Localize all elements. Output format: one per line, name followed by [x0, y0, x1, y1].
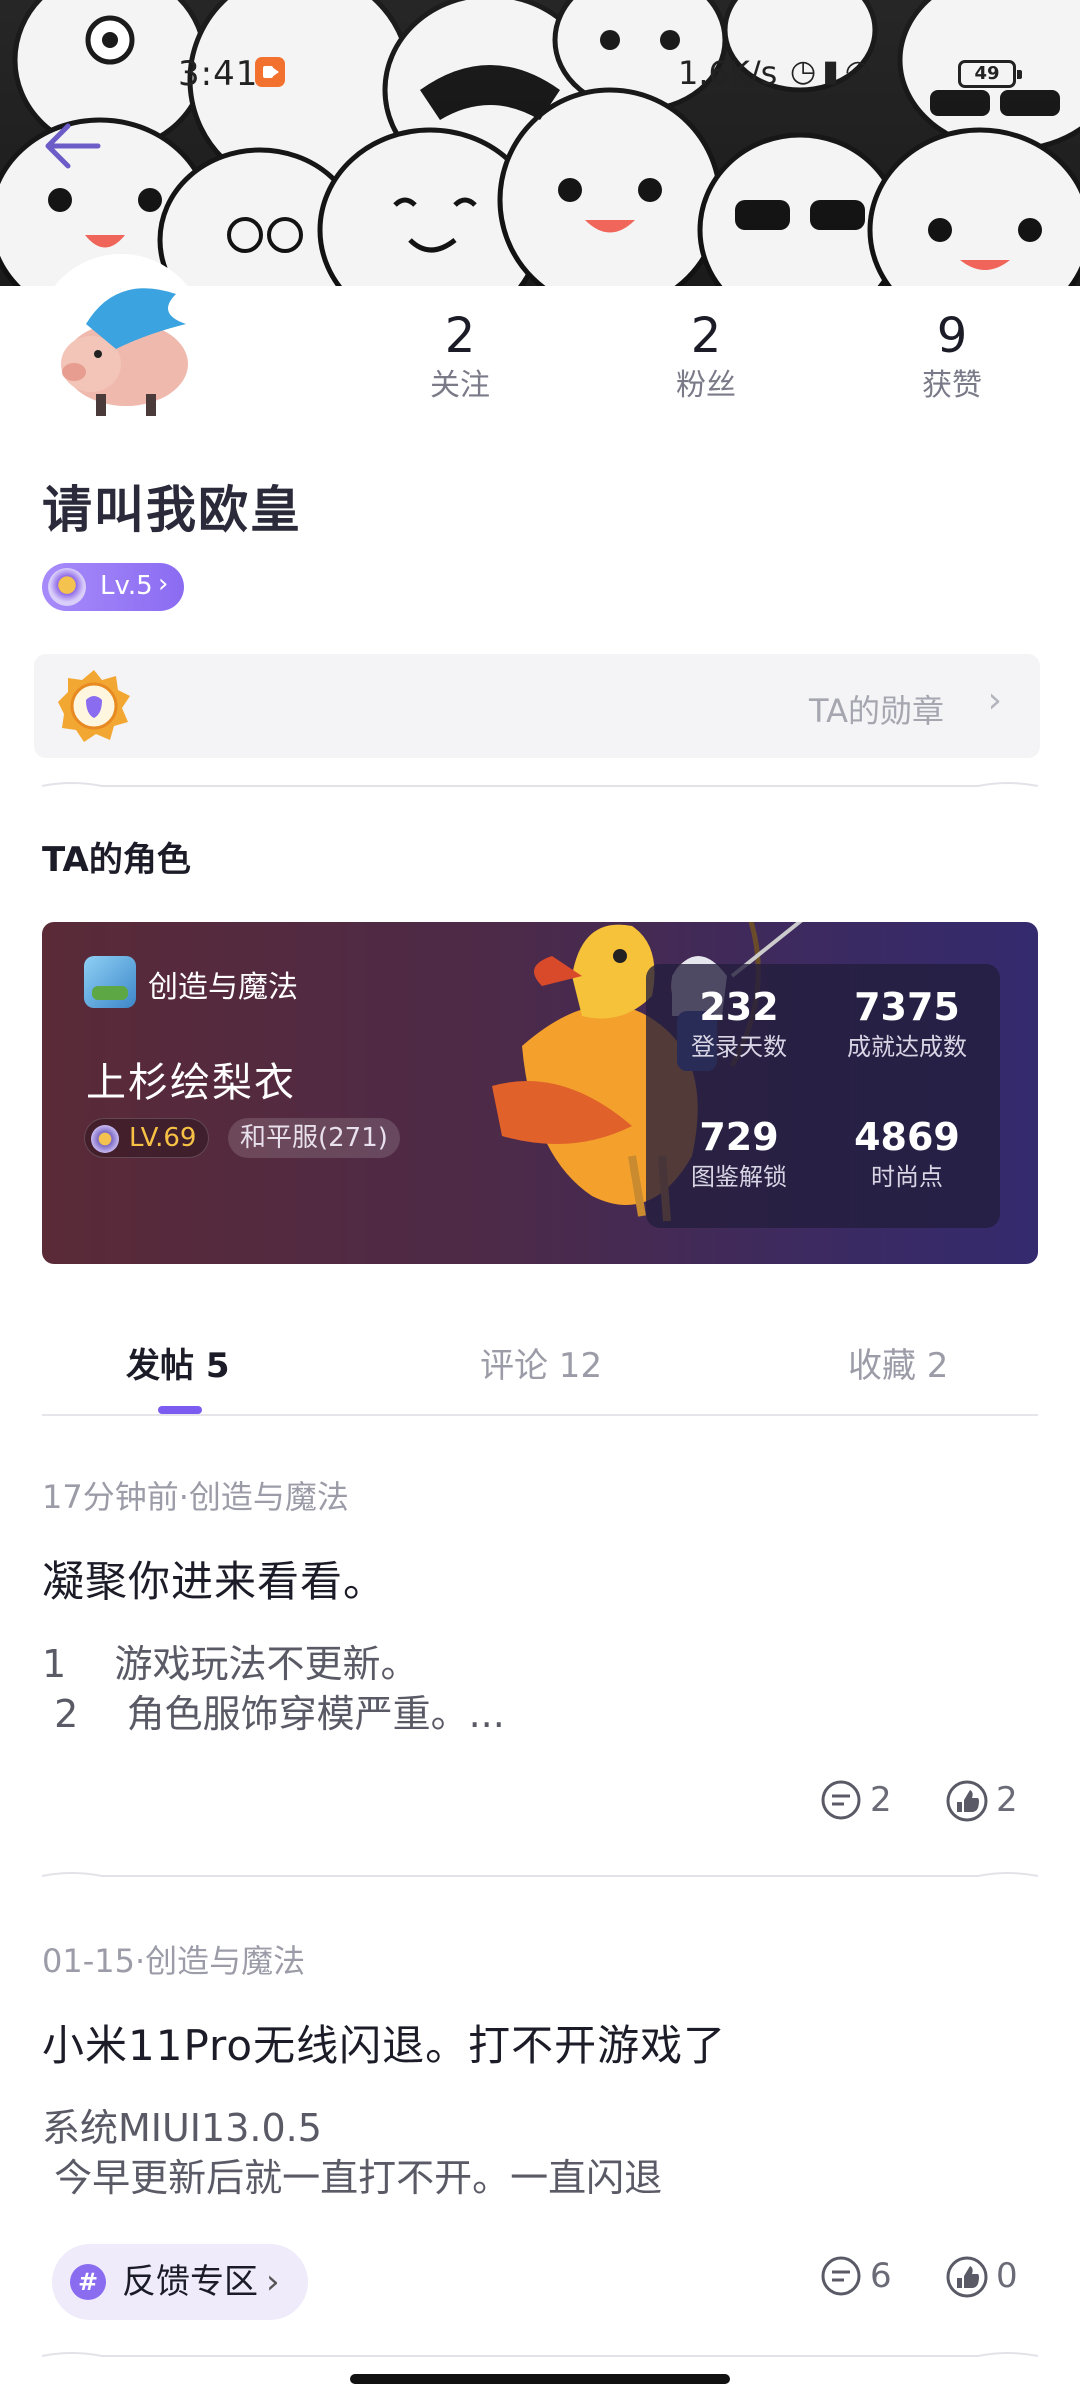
wifi-icon: ◠	[844, 54, 877, 89]
medal-row[interactable]: TA的勋章 ›	[34, 654, 1040, 758]
stat-likes-label: 获赞	[922, 368, 982, 403]
stat-likes-value: 9	[936, 308, 968, 364]
post-item[interactable]: 17分钟前·创造与魔法 凝聚你进来看看。 1 游戏玩法不更新。 2 角色服饰穿模…	[42, 1472, 1038, 1852]
screen-record-icon	[255, 57, 285, 87]
username: 请叫我欧皇	[42, 481, 302, 539]
post-body-line: 2 角色服饰穿模严重。...	[42, 1692, 505, 1736]
topic-tag[interactable]: # 反馈专区 ›	[52, 2244, 308, 2320]
stat-fashion: 4869 时尚点	[822, 1114, 992, 1194]
tab-comments[interactable]: 评论 12	[480, 1338, 602, 1387]
profile-stats: 2 关注 2 粉丝 9 获赞	[380, 306, 1080, 416]
stat-codex-label: 图鉴解锁	[691, 1163, 787, 1191]
stat-achievements: 7375 成就达成数	[822, 984, 992, 1064]
battery-icon: 49	[958, 60, 1022, 88]
stat-following-value: 2	[444, 308, 476, 364]
like-count: 2	[996, 1780, 1018, 1820]
post-title: 凝聚你进来看看。	[42, 1557, 387, 1606]
content-tabs: 发帖 5 评论 12 收藏 2	[42, 1296, 1038, 1416]
stat-codex-value: 729	[699, 1115, 779, 1159]
post-title: 小米11Pro无线闪退。打不开游戏了	[42, 2021, 727, 2070]
level-star-icon	[91, 1125, 119, 1153]
post-item[interactable]: 01-15·创造与魔法 小米11Pro无线闪退。打不开游戏了 系统MIUI13.…	[42, 1936, 1038, 2336]
stat-followers[interactable]: 2 粉丝	[626, 306, 786, 406]
game-app-icon	[84, 956, 136, 1008]
status-icons: ◷▮◠	[790, 54, 877, 89]
chevron-right-icon: ›	[266, 2262, 280, 2302]
topic-label: 反馈专区	[122, 2262, 258, 2302]
alarm-icon: ◷	[790, 54, 823, 89]
signal-icon: ▮	[822, 54, 845, 89]
post-body-line: 系统MIUI13.0.5	[42, 2106, 322, 2150]
home-indicator[interactable]	[350, 2374, 730, 2384]
chevron-right-icon: ›	[158, 569, 169, 599]
character-section-title: TA的角色	[42, 840, 191, 880]
arrow-left-icon	[45, 123, 101, 169]
medal-icon	[58, 670, 130, 742]
stat-login-days: 232 登录天数	[654, 984, 824, 1064]
stat-followers-value: 2	[690, 308, 722, 364]
comment-count: 2	[870, 1780, 892, 1820]
level-text: Lv.5	[100, 571, 153, 601]
avatar[interactable]	[36, 254, 206, 424]
server-badge: 和平服(271)	[228, 1118, 400, 1158]
post-actions: 2 2	[818, 1776, 1038, 1826]
comment-icon	[821, 2256, 861, 2296]
comment-count: 6	[870, 2256, 892, 2296]
stat-fashion-label: 时尚点	[871, 1163, 943, 1191]
character-level-text: LV.69	[129, 1123, 197, 1153]
post-body: 1 游戏玩法不更新。 2 角色服饰穿模严重。...	[42, 1639, 1038, 1739]
status-bar: 3:41 1.6K/s ◷▮◠ 49	[0, 40, 1080, 110]
stat-followers-label: 粉丝	[676, 368, 736, 403]
post-meta: 17分钟前·创造与魔法	[42, 1478, 349, 1516]
divider	[42, 1872, 1038, 1877]
star-level-icon	[48, 568, 86, 606]
character-card[interactable]: 创造与魔法 上杉绘梨衣 LV.69 和平服(271) 232 登录天数 7375…	[42, 922, 1038, 1264]
network-speed: 1.6K/s	[678, 54, 778, 92]
tab-favorites[interactable]: 收藏 2	[848, 1338, 948, 1387]
post-body-line: 1 游戏玩法不更新。	[42, 1642, 419, 1686]
character-name: 上杉绘梨衣	[86, 1060, 296, 1106]
like-count: 0	[996, 2256, 1018, 2296]
stat-likes[interactable]: 9 获赞	[872, 306, 1032, 406]
profile-banner: 3:41 1.6K/s ◷▮◠ 49	[0, 0, 1080, 286]
status-time: 3:41	[178, 54, 259, 94]
post-meta: 01-15·创造与魔法	[42, 1942, 306, 1980]
game-name: 创造与魔法	[148, 970, 298, 1005]
medal-label: TA的勋章	[809, 692, 944, 730]
stat-achievements-value: 7375	[854, 985, 960, 1029]
chevron-right-icon: ›	[987, 680, 1002, 721]
post-body-line: 今早更新后就一直打不开。一直闪退	[42, 2156, 663, 2200]
comment-icon	[821, 1780, 861, 1820]
stat-login-days-label: 登录天数	[691, 1033, 787, 1061]
hash-icon: #	[70, 2264, 106, 2300]
stat-following-label: 关注	[430, 368, 490, 403]
stat-codex: 729 图鉴解锁	[654, 1114, 824, 1194]
stat-login-days-value: 232	[699, 985, 779, 1029]
back-button[interactable]	[38, 116, 108, 176]
stat-following[interactable]: 2 关注	[380, 306, 540, 406]
divider	[42, 782, 1038, 787]
post-actions: 6 0	[818, 2252, 1038, 2302]
active-tab-indicator	[158, 1406, 202, 1414]
thumbs-up-icon	[946, 2256, 988, 2298]
character-level-badge: LV.69	[84, 1118, 210, 1158]
level-badge[interactable]: Lv.5 ›	[42, 563, 184, 611]
character-stats-box: 232 登录天数 7375 成就达成数 729 图鉴解锁 4869 时尚点	[646, 964, 1000, 1228]
stat-achievements-label: 成就达成数	[847, 1033, 967, 1061]
post-body: 系统MIUI13.0.5 今早更新后就一直打不开。一直闪退	[42, 2103, 1038, 2203]
thumbs-up-icon	[946, 1780, 988, 1822]
tab-posts[interactable]: 发帖 5	[126, 1338, 230, 1387]
pig-avatar-image	[36, 254, 206, 424]
stat-fashion-value: 4869	[854, 1115, 960, 1159]
divider	[42, 2352, 1038, 2357]
